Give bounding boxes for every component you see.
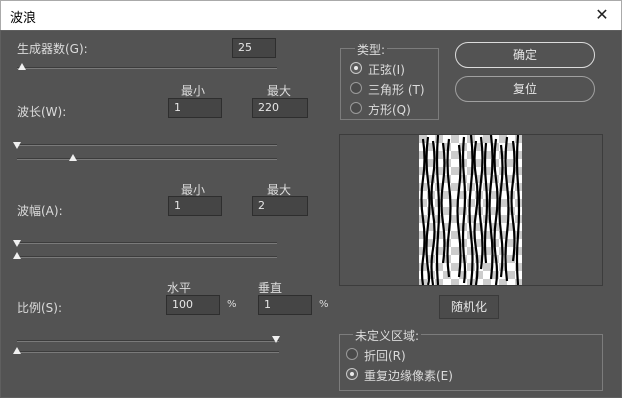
dialog-body: 生成器数(G): 25 最小 最大 波长(W): 1 220 最小 最大 波幅(…: [0, 30, 622, 398]
reset-button[interactable]: 复位: [455, 76, 595, 102]
type-square-radio[interactable]: [350, 102, 362, 114]
undefined-areas-title: 未定义区域:: [353, 327, 422, 344]
wrap-around-radio[interactable]: [346, 348, 358, 360]
generators-slider-track[interactable]: [17, 67, 277, 69]
wavelength-max-slider-thumb-icon[interactable]: [69, 154, 77, 161]
wrap-around-label[interactable]: 折回(R): [364, 347, 406, 364]
scale-label: 比例(S):: [17, 301, 63, 315]
wavelength-max-field[interactable]: 220: [252, 98, 308, 118]
title-bar: 波浪 ✕: [0, 0, 622, 30]
amplitude-max-slider-thumb-icon[interactable]: [13, 252, 21, 259]
wavelength-label: 波长(W):: [17, 105, 67, 119]
type-sine-radio[interactable]: [350, 62, 362, 74]
randomize-button[interactable]: 随机化: [439, 295, 499, 319]
amplitude-max-slider-track[interactable]: [17, 256, 277, 258]
type-square-label[interactable]: 方形(Q): [368, 101, 411, 118]
scale-horizontal-slider-track[interactable]: [17, 340, 279, 342]
scale-vertical-label: 垂直: [258, 281, 283, 295]
type-sine-label[interactable]: 正弦(I): [368, 61, 405, 78]
wavelength-min-slider-thumb-icon[interactable]: [13, 142, 21, 149]
generators-field[interactable]: 25: [232, 38, 276, 58]
repeat-edge-pixels-label[interactable]: 重复边缘像素(E): [364, 367, 453, 384]
wave-preview-image: [419, 135, 522, 285]
type-triangle-label[interactable]: 三角形 (T): [368, 81, 425, 98]
wavelength-min-slider-track[interactable]: [17, 144, 277, 146]
amplitude-max-field[interactable]: 2: [252, 196, 308, 216]
scale-vertical-slider-thumb-icon[interactable]: [13, 347, 21, 354]
generators-label: 生成器数(G):: [17, 42, 88, 56]
type-triangle-radio[interactable]: [350, 82, 362, 94]
wavelength-max-slider-track[interactable]: [17, 158, 277, 160]
ok-button[interactable]: 确定: [455, 42, 595, 68]
scale-horizontal-unit: %: [227, 299, 237, 310]
window-title: 波浪: [10, 11, 37, 26]
wavelength-min-label: 最小: [181, 84, 206, 98]
repeat-edge-pixels-radio[interactable]: [346, 368, 358, 380]
scale-horizontal-slider-thumb-icon[interactable]: [272, 336, 280, 343]
scale-horizontal-label: 水平: [167, 281, 192, 295]
generators-slider-thumb-icon[interactable]: [18, 63, 26, 70]
wavelength-max-label: 最大: [267, 84, 292, 98]
type-group-title: 类型:: [355, 41, 388, 58]
amplitude-min-slider-thumb-icon[interactable]: [13, 240, 21, 247]
amplitude-min-field[interactable]: 1: [168, 196, 222, 216]
amplitude-min-slider-track[interactable]: [17, 242, 277, 244]
scale-vertical-unit: %: [319, 299, 329, 310]
close-icon[interactable]: ✕: [591, 4, 613, 26]
wavelength-min-field[interactable]: 1: [168, 98, 222, 118]
scale-horizontal-field[interactable]: 100: [166, 295, 220, 315]
scale-vertical-field[interactable]: 1: [258, 295, 312, 315]
scale-vertical-slider-track[interactable]: [17, 351, 279, 353]
amplitude-label: 波幅(A):: [17, 204, 63, 218]
